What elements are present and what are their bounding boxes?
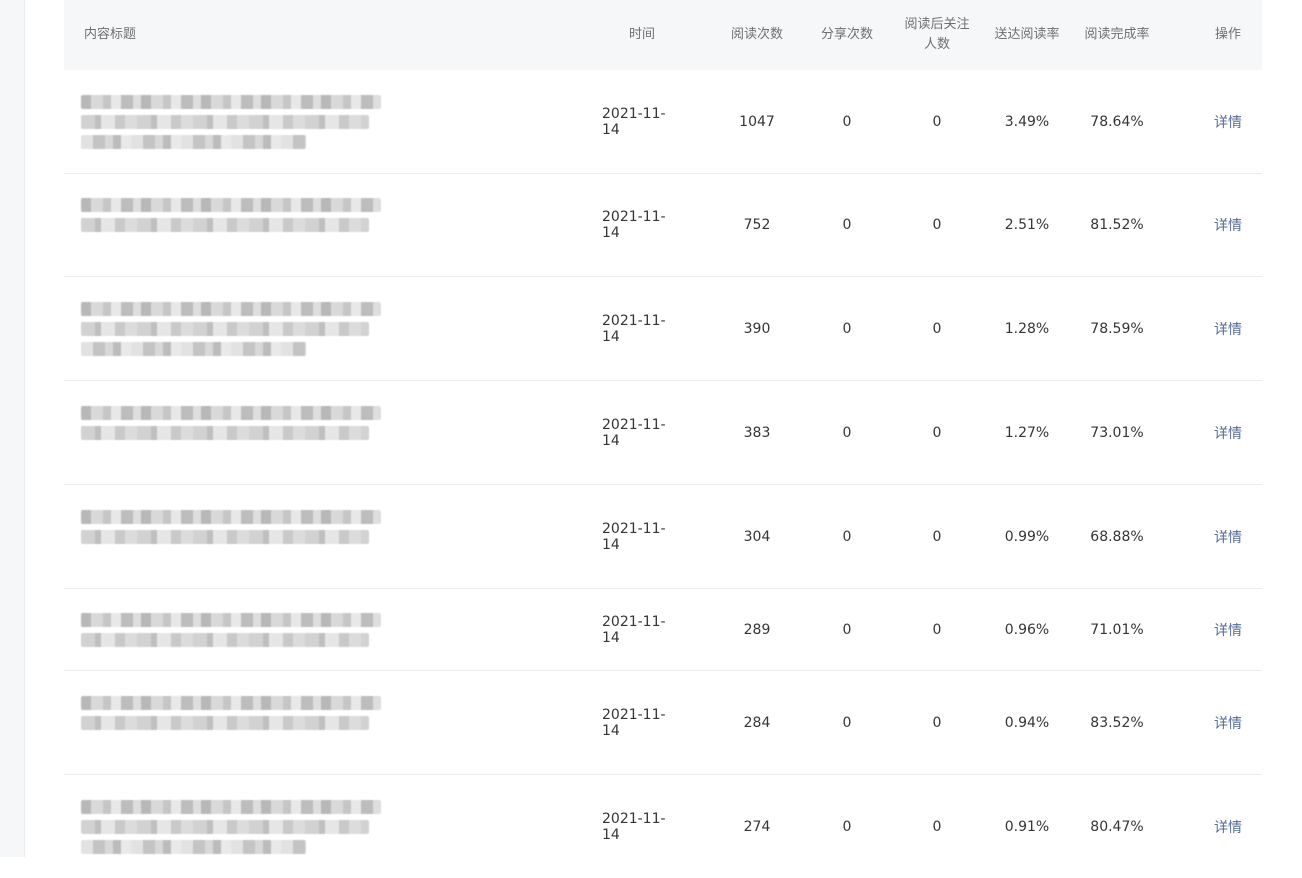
cell-shares: 0 [842, 818, 852, 835]
header-follow-line1: 阅读后关注 [904, 17, 970, 32]
cell-delivery-rate: 0.96% [1004, 621, 1050, 638]
details-link[interactable]: 详情 [1188, 775, 1268, 878]
cell-reads: 274 [743, 818, 771, 835]
blurred-article-title [81, 381, 381, 484]
cell-completion-rate: 80.47% [1090, 818, 1144, 835]
details-link[interactable]: 详情 [1188, 381, 1268, 484]
cell-follow: 0 [932, 528, 942, 545]
cell-follow: 0 [932, 621, 942, 638]
details-link[interactable]: 详情 [1188, 485, 1268, 588]
cell-time: 2021-11-14 [602, 312, 666, 345]
cell-follow: 0 [932, 424, 942, 441]
table-row: 2021-11-14 752 0 0 2.51% 81.52% 详情 [64, 174, 1262, 277]
cell-time: 2021-11-14 [602, 706, 666, 739]
header-time: 时间 [628, 27, 655, 42]
cell-completion-rate: 78.64% [1090, 113, 1144, 130]
header-title: 内容标题 [84, 27, 137, 42]
header-action: 操作 [1214, 27, 1241, 42]
details-link[interactable]: 详情 [1188, 174, 1268, 276]
cell-shares: 0 [842, 714, 852, 731]
cell-reads: 390 [743, 320, 771, 337]
cell-delivery-rate: 1.27% [1004, 424, 1050, 441]
cell-reads: 1047 [739, 113, 775, 130]
details-link[interactable]: 详情 [1188, 589, 1268, 670]
cell-completion-rate: 83.52% [1090, 714, 1144, 731]
header-follow-after-read: 阅读后关注 人数 [897, 0, 977, 70]
cell-reads: 383 [743, 424, 771, 441]
cell-follow: 0 [932, 320, 942, 337]
cell-delivery-rate: 0.91% [1004, 818, 1050, 835]
cell-time: 2021-11-14 [602, 520, 666, 553]
cell-reads: 752 [743, 217, 771, 233]
blurred-article-title [81, 277, 381, 380]
cell-time: 2021-11-14 [602, 105, 666, 138]
cell-delivery-rate: 1.28% [1004, 320, 1050, 337]
table-row: 2021-11-14 1047 0 0 3.49% 78.64% 详情 [64, 70, 1262, 174]
blurred-article-title [81, 70, 381, 173]
blurred-article-title [81, 671, 381, 774]
details-link[interactable]: 详情 [1188, 70, 1268, 173]
cell-shares: 0 [842, 217, 852, 233]
header-shares: 分享次数 [820, 27, 873, 42]
article-stats-table: 内容标题 时间 阅读次数 分享次数 阅读后关注 人数 送达阅读率 阅读完成率 操… [64, 0, 1262, 878]
cell-reads: 289 [743, 621, 771, 638]
table-row: 2021-11-14 274 0 0 0.91% 80.47% 详情 [64, 775, 1262, 878]
cell-time: 2021-11-14 [602, 810, 666, 843]
table-row: 2021-11-14 284 0 0 0.94% 83.52% 详情 [64, 671, 1262, 775]
left-rail [0, 0, 25, 857]
cell-delivery-rate: 2.51% [1004, 217, 1050, 233]
cell-completion-rate: 81.52% [1090, 217, 1144, 233]
cell-time: 2021-11-14 [602, 613, 666, 646]
cell-reads: 304 [743, 528, 771, 545]
cell-follow: 0 [932, 217, 942, 233]
cell-completion-rate: 73.01% [1090, 424, 1144, 441]
cell-shares: 0 [842, 113, 852, 130]
blurred-article-title [81, 589, 381, 670]
header-completion-rate: 阅读完成率 [1084, 27, 1150, 42]
cell-completion-rate: 68.88% [1090, 528, 1144, 545]
header-reads: 阅读次数 [730, 27, 783, 42]
table-row: 2021-11-14 304 0 0 0.99% 68.88% 详情 [64, 485, 1262, 589]
cell-delivery-rate: 0.99% [1004, 528, 1050, 545]
cell-follow: 0 [932, 714, 942, 731]
cell-time: 2021-11-14 [602, 416, 666, 449]
cell-time: 2021-11-14 [602, 209, 666, 241]
details-link[interactable]: 详情 [1188, 671, 1268, 774]
blurred-article-title [81, 485, 381, 588]
table-row: 2021-11-14 289 0 0 0.96% 71.01% 详情 [64, 589, 1262, 671]
cell-delivery-rate: 0.94% [1004, 714, 1050, 731]
cell-completion-rate: 71.01% [1090, 621, 1144, 638]
cell-shares: 0 [842, 621, 852, 638]
blurred-article-title [81, 174, 381, 276]
table-row: 2021-11-14 383 0 0 1.27% 73.01% 详情 [64, 381, 1262, 485]
cell-reads: 284 [743, 714, 771, 731]
cell-follow: 0 [932, 113, 942, 130]
details-link[interactable]: 详情 [1188, 277, 1268, 380]
cell-shares: 0 [842, 424, 852, 441]
cell-follow: 0 [932, 818, 942, 835]
table-header: 内容标题 时间 阅读次数 分享次数 阅读后关注 人数 送达阅读率 阅读完成率 操… [64, 0, 1262, 70]
header-follow-line2: 人数 [923, 37, 950, 52]
cell-completion-rate: 78.59% [1090, 320, 1144, 337]
cell-shares: 0 [842, 528, 852, 545]
table-row: 2021-11-14 390 0 0 1.28% 78.59% 详情 [64, 277, 1262, 381]
blurred-article-title [81, 775, 381, 878]
cell-shares: 0 [842, 320, 852, 337]
header-delivery-rate: 送达阅读率 [994, 27, 1060, 42]
cell-delivery-rate: 3.49% [1004, 113, 1050, 130]
